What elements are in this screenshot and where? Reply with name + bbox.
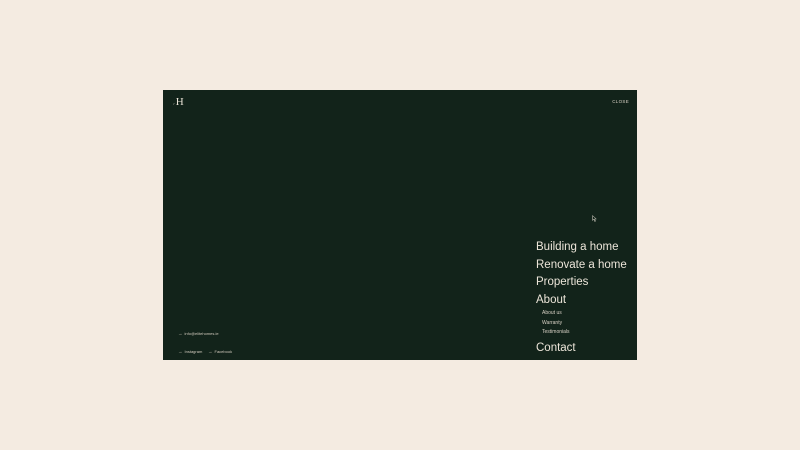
- nav-item-contact[interactable]: Contact: [536, 340, 636, 358]
- sub-item-warranty[interactable]: Warranty: [542, 319, 636, 328]
- instagram-link[interactable]: → Instagram: [178, 349, 202, 354]
- logo[interactable]: ᐟ H: [173, 96, 184, 108]
- facebook-text: Facebook: [214, 349, 233, 354]
- arrow-right-icon: →: [208, 349, 213, 354]
- arrow-right-icon: →: [178, 349, 183, 354]
- logo-mark: ᐟ: [173, 102, 175, 107]
- mouse-pointer-icon: [592, 215, 597, 222]
- email-text: info@elitehomes.ie: [184, 331, 219, 336]
- sub-item-about-us[interactable]: About us: [542, 309, 636, 318]
- menu-overlay: ᐟ H CLOSE Building a home Renovate a hom…: [163, 90, 637, 360]
- facebook-link[interactable]: → Facebook: [208, 349, 232, 354]
- nav-item-building-a-home[interactable]: Building a home: [536, 239, 636, 257]
- logo-letter: H: [175, 96, 184, 108]
- close-button[interactable]: CLOSE: [612, 99, 629, 104]
- main-nav: Building a home Renovate a home Properti…: [536, 239, 636, 357]
- email-link[interactable]: → info@elitehomes.ie: [178, 331, 219, 336]
- nav-item-properties[interactable]: Properties: [536, 274, 636, 292]
- sub-item-testimonials[interactable]: Testimonials: [542, 328, 636, 337]
- instagram-text: Instagram: [184, 349, 203, 354]
- nav-item-renovate-a-home[interactable]: Renovate a home: [536, 257, 636, 275]
- nav-item-about[interactable]: About: [536, 292, 636, 310]
- arrow-right-icon: →: [178, 331, 183, 336]
- about-submenu: About us Warranty Testimonials: [536, 309, 636, 337]
